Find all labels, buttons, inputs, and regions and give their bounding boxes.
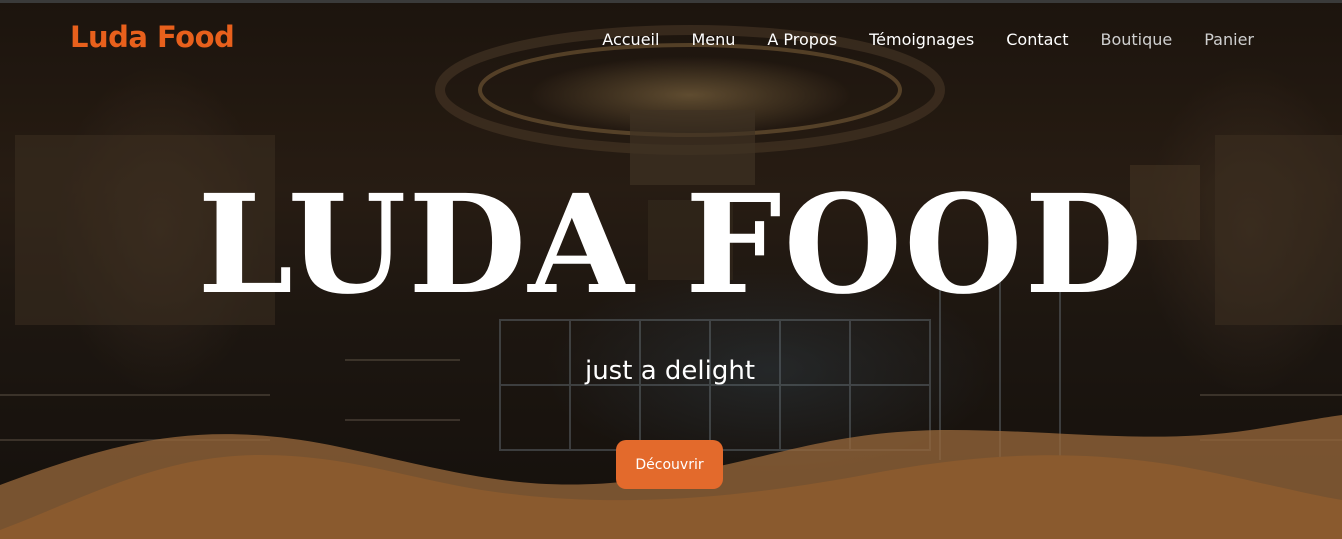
top-navbar: Luda Food Accueil Menu A Propos Témoigna… xyxy=(0,0,1342,80)
hero-tagline: just a delight xyxy=(584,356,756,386)
nav-link-boutique[interactable]: Boutique xyxy=(1100,30,1172,49)
nav-link-temoignages[interactable]: Témoignages xyxy=(869,30,974,49)
nav-menu: Accueil Menu A Propos Témoignages Contac… xyxy=(570,30,1254,50)
hero-title: LUDA FOOD xyxy=(197,165,1145,325)
nav-link-menu[interactable]: Menu xyxy=(691,30,735,49)
top-border xyxy=(0,0,1342,3)
nav-link-panier[interactable]: Panier xyxy=(1204,30,1254,49)
nav-link-a-propos[interactable]: A Propos xyxy=(767,30,837,49)
nav-link-accueil[interactable]: Accueil xyxy=(602,30,659,49)
discover-button[interactable]: Découvrir xyxy=(616,440,723,489)
nav-link-contact[interactable]: Contact xyxy=(1006,30,1068,49)
brand-logo[interactable]: Luda Food xyxy=(70,20,235,54)
